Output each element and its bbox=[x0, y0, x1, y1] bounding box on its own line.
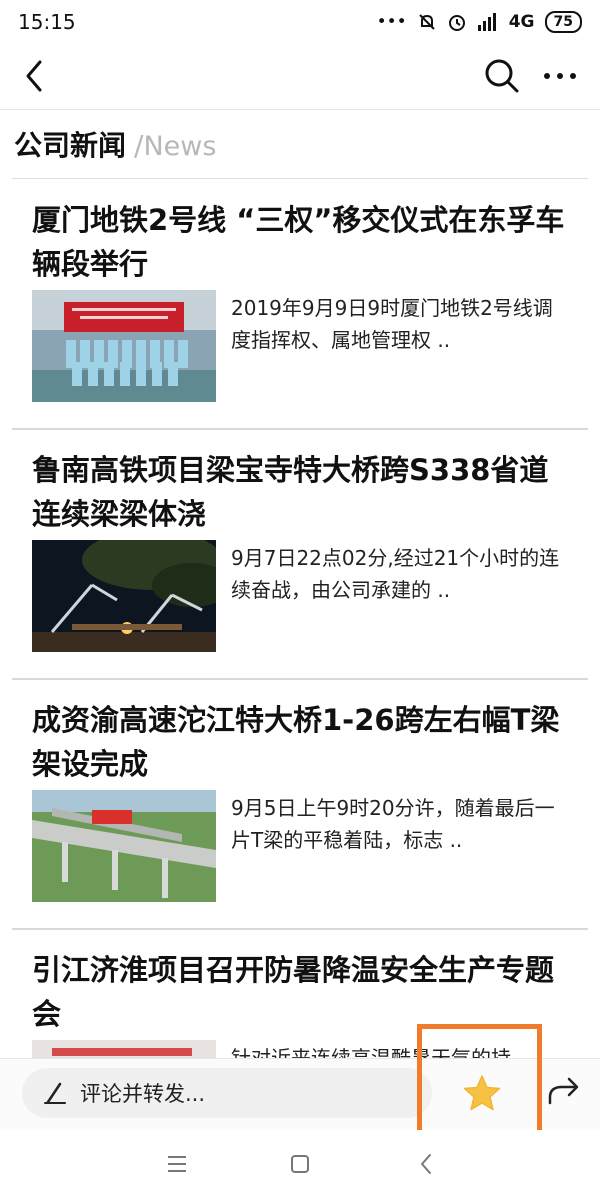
menu-icon[interactable] bbox=[166, 1154, 188, 1174]
top-nav-bar bbox=[0, 44, 600, 110]
section-separator: / bbox=[134, 129, 144, 162]
dots-icon: ••• bbox=[376, 12, 407, 32]
system-nav-bar bbox=[0, 1130, 600, 1200]
section-header: 公司新闻 / News bbox=[14, 124, 216, 168]
comment-placeholder: 评论并转发... bbox=[80, 1082, 206, 1106]
article-title[interactable]: 成资渝高速沱江特大桥1-26跨左右幅T梁架设完成 bbox=[32, 698, 572, 786]
article-thumbnail[interactable] bbox=[32, 790, 216, 902]
status-indicators: ••• 4G 75 bbox=[377, 11, 582, 33]
article-title[interactable]: 引江济淮项目召开防暑降温安全生产专题会 bbox=[32, 948, 572, 1036]
share-icon[interactable] bbox=[546, 1071, 582, 1111]
home-icon[interactable] bbox=[290, 1154, 310, 1174]
article-excerpt[interactable]: 9月7日22点02分,经过21个小时的连续奋战，由公司承建的 .. bbox=[231, 542, 571, 606]
article-excerpt[interactable]: 9月5日上午9时20分许，随着最后一片T梁的平稳着陆，标志 .. bbox=[231, 792, 571, 856]
article-thumbnail[interactable] bbox=[32, 540, 216, 652]
more-icon[interactable] bbox=[540, 58, 580, 94]
comment-input[interactable]: 评论并转发... bbox=[22, 1068, 432, 1118]
article-thumbnail[interactable] bbox=[32, 290, 216, 402]
status-time: 15:15 bbox=[18, 10, 76, 34]
back-icon[interactable] bbox=[18, 56, 54, 96]
article-title[interactable]: 鲁南高铁项目梁宝寺特大桥跨S338省道连续梁梁体浇 bbox=[32, 448, 572, 536]
status-bar: 15:15 ••• 4G 75 bbox=[0, 0, 600, 44]
network-type: 4G bbox=[508, 12, 535, 32]
article-card[interactable]: 鲁南高铁项目梁宝寺特大桥跨S338省道连续梁梁体浇 9月7日22点02分,经过2… bbox=[12, 430, 588, 680]
battery-indicator: 75 bbox=[544, 11, 582, 33]
section-subtitle: News bbox=[143, 131, 217, 162]
alarm-icon bbox=[448, 15, 465, 31]
mute-icon bbox=[419, 14, 435, 30]
article-thumbnail[interactable] bbox=[32, 1040, 216, 1058]
article-title[interactable]: 厦门地铁2号线 “三权”移交仪式在东孚车辆段举行 bbox=[32, 198, 572, 286]
search-icon[interactable] bbox=[482, 56, 522, 96]
section-title: 公司新闻 bbox=[14, 129, 127, 162]
divider bbox=[12, 178, 588, 179]
pen-icon bbox=[44, 1082, 66, 1104]
article-excerpt[interactable]: 2019年9月9日9时厦门地铁2号线调度指挥权、属地管理权 .. bbox=[231, 292, 571, 356]
signal-icon bbox=[477, 13, 496, 31]
article-card[interactable]: 厦门地铁2号线 “三权”移交仪式在东孚车辆段举行 2019年9月9日9时厦门地铁… bbox=[12, 180, 588, 430]
system-back-icon[interactable] bbox=[418, 1152, 434, 1176]
article-card[interactable]: 成资渝高速沱江特大桥1-26跨左右幅T梁架设完成 9月5日上午9时20分许，随着… bbox=[12, 680, 588, 930]
